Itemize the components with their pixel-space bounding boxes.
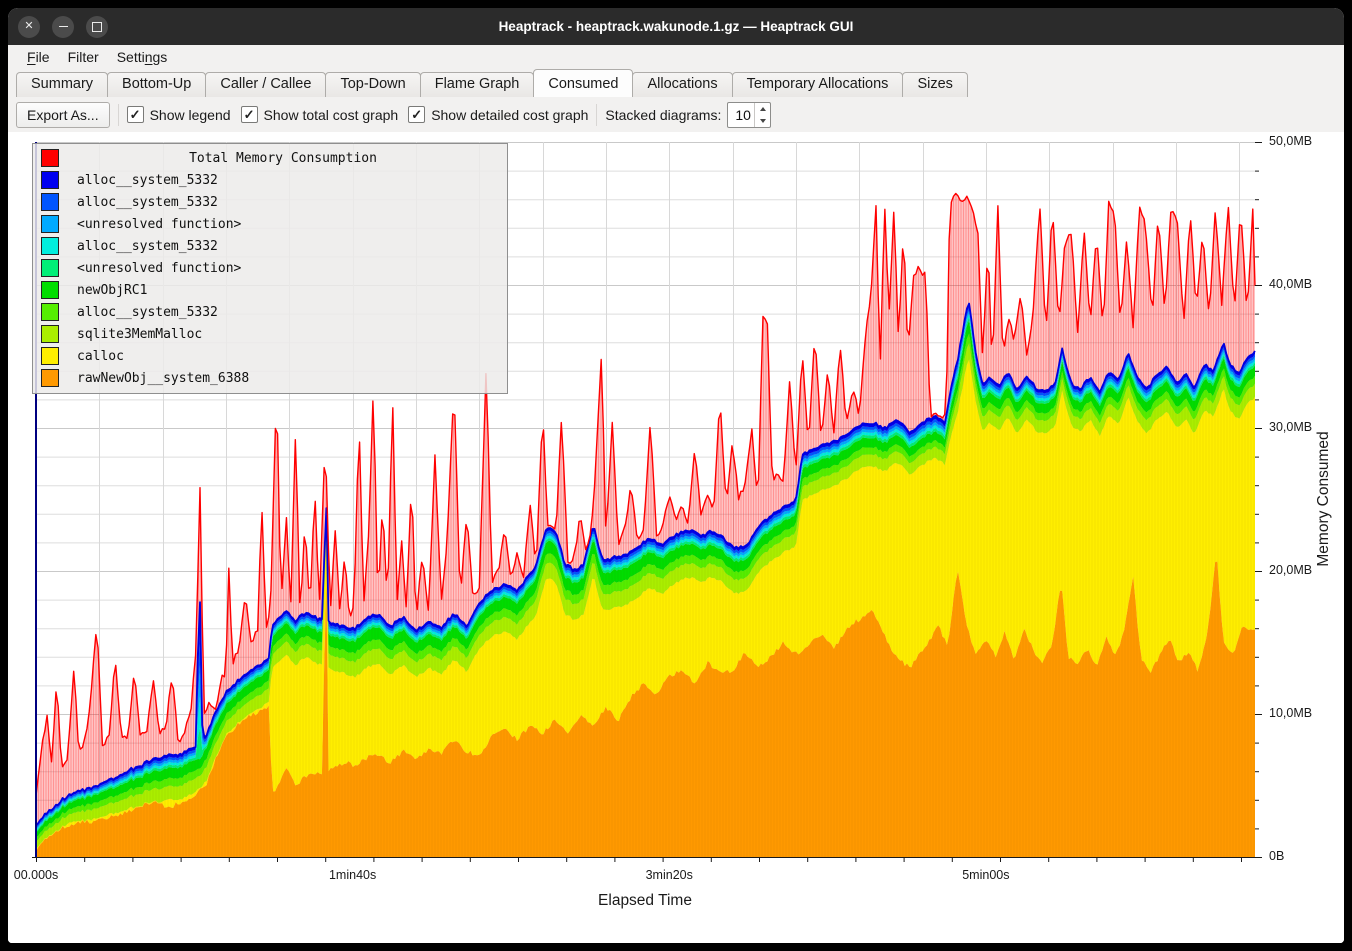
checkmark-icon: ✓: [408, 106, 425, 123]
legend-swatch: [41, 215, 59, 233]
legend-entry: <unresolved function>: [33, 257, 507, 279]
legend-swatch: [41, 303, 59, 321]
maximize-icon: [92, 22, 102, 32]
legend-label: alloc__system_5332: [77, 195, 218, 210]
tab-consumed[interactable]: Consumed: [533, 69, 633, 97]
checkbox-show-legend[interactable]: ✓ Show legend: [127, 106, 231, 123]
stacked-diagrams-control: Stacked diagrams: 10: [605, 102, 771, 128]
legend-label: calloc: [77, 349, 124, 364]
x-tick-label: 3min20s: [646, 868, 693, 882]
legend-label: <unresolved function>: [77, 261, 241, 276]
toolbar: Export As... ✓ Show legend ✓ Show total cos…: [8, 97, 1344, 132]
close-icon: ✕: [24, 21, 33, 32]
tab-top-down[interactable]: Top-Down: [325, 72, 420, 97]
maximize-button[interactable]: [86, 16, 108, 38]
legend-title-row: Total Memory Consumption: [33, 147, 507, 169]
checkmark-icon: ✓: [127, 106, 144, 123]
legend-entry: alloc__system_5332: [33, 191, 507, 213]
y-axis-title: Memory Consumed: [1315, 431, 1333, 566]
checkbox-group: ✓ Show legend ✓ Show total cost graph ✓ Show …: [127, 106, 589, 123]
legend-entry: <unresolved function>: [33, 213, 507, 235]
legend-swatch: [41, 347, 59, 365]
legend-entry: newObjRC1: [33, 279, 507, 301]
legend-swatch: [41, 259, 59, 277]
spin-down-button[interactable]: [755, 115, 770, 127]
y-tick-label: 50,0MB: [1269, 134, 1312, 148]
toolbar-separator: [118, 104, 119, 126]
menu-file[interactable]: File: [18, 48, 59, 66]
arrow-up-icon: [760, 107, 766, 111]
legend-swatch: [41, 325, 59, 343]
legend-swatch: [41, 237, 59, 255]
menu-settings[interactable]: Settings: [108, 48, 177, 66]
legend-label: <unresolved function>: [77, 217, 241, 232]
legend-swatch: [41, 369, 59, 387]
minimize-icon: [59, 26, 68, 28]
tab-flame-graph[interactable]: Flame Graph: [420, 72, 535, 97]
checkbox-label: Show total cost graph: [264, 107, 399, 123]
spinbox-arrows: [754, 103, 770, 127]
legend-label: newObjRC1: [77, 283, 147, 298]
titlebar: ✕ Heaptrack - heaptrack.wakunode.1.gz — …: [8, 8, 1344, 45]
x-tick-label: 5min00s: [962, 868, 1009, 882]
tab-sizes[interactable]: Sizes: [902, 72, 967, 97]
app-window: ✕ Heaptrack - heaptrack.wakunode.1.gz — …: [8, 8, 1344, 943]
legend-swatch-total: [41, 149, 59, 167]
legend-entry: alloc__system_5332: [33, 301, 507, 323]
y-tick-label: 20,0MB: [1269, 563, 1312, 577]
menu-filter[interactable]: Filter: [59, 48, 108, 66]
chart-panel: Total Memory Consumption alloc__system_53…: [8, 132, 1344, 943]
tab-temporary-allocations[interactable]: Temporary Allocations: [732, 72, 904, 97]
minimize-button[interactable]: [52, 16, 74, 38]
tab-bottom-up[interactable]: Bottom-Up: [107, 72, 206, 97]
legend-entry: rawNewObj__system_6388: [33, 367, 507, 389]
tab-caller-callee[interactable]: Caller / Callee: [205, 72, 326, 97]
tab-summary[interactable]: Summary: [16, 72, 108, 97]
legend-swatch: [41, 171, 59, 189]
legend-entry: calloc: [33, 345, 507, 367]
close-button[interactable]: ✕: [18, 16, 40, 38]
legend-title: Total Memory Consumption: [59, 151, 507, 166]
window-title: Heaptrack - heaptrack.wakunode.1.gz — He…: [8, 19, 1344, 34]
toolbar-separator: [596, 104, 597, 126]
legend-label: rawNewObj__system_6388: [77, 371, 249, 386]
stacked-diagrams-value[interactable]: 10: [728, 103, 754, 127]
spin-up-button[interactable]: [755, 103, 770, 115]
checkbox-label: Show legend: [150, 107, 231, 123]
y-tick-label: 0B: [1269, 849, 1284, 863]
x-tick-label: 1min40s: [329, 868, 376, 882]
checkbox-label: Show detailed cost graph: [431, 107, 588, 123]
checkbox-show-detailed-cost-graph[interactable]: ✓ Show detailed cost graph: [408, 106, 588, 123]
stacked-diagrams-label: Stacked diagrams:: [605, 107, 721, 123]
y-tick-label: 40,0MB: [1269, 277, 1312, 291]
stacked-diagrams-spinbox[interactable]: 10: [727, 102, 771, 128]
x-tick-label: 00.000s: [14, 868, 58, 882]
legend-entry: alloc__system_5332: [33, 235, 507, 257]
tab-bar: SummaryBottom-UpCaller / CalleeTop-DownF…: [8, 68, 1344, 97]
menubar: FileFilterSettings: [8, 45, 1344, 68]
legend-entry: sqlite3MemMalloc: [33, 323, 507, 345]
legend-label: alloc__system_5332: [77, 239, 218, 254]
legend-label: sqlite3MemMalloc: [77, 327, 202, 342]
y-tick-label: 30,0MB: [1269, 420, 1312, 434]
legend-label: alloc__system_5332: [77, 305, 218, 320]
arrow-down-icon: [760, 119, 766, 123]
chart-legend: Total Memory Consumption alloc__system_53…: [32, 143, 508, 394]
x-axis-title: Elapsed Time: [598, 892, 692, 910]
y-tick-label: 10,0MB: [1269, 706, 1312, 720]
tab-allocations[interactable]: Allocations: [632, 72, 732, 97]
legend-swatch: [41, 281, 59, 299]
legend-label: alloc__system_5332: [77, 173, 218, 188]
checkmark-icon: ✓: [241, 106, 258, 123]
export-as-button[interactable]: Export As...: [16, 102, 110, 128]
legend-swatch: [41, 193, 59, 211]
screenshot-stage: ✕ Heaptrack - heaptrack.wakunode.1.gz — …: [0, 0, 1352, 951]
checkbox-show-total-cost-graph[interactable]: ✓ Show total cost graph: [241, 106, 399, 123]
legend-entry: alloc__system_5332: [33, 169, 507, 191]
